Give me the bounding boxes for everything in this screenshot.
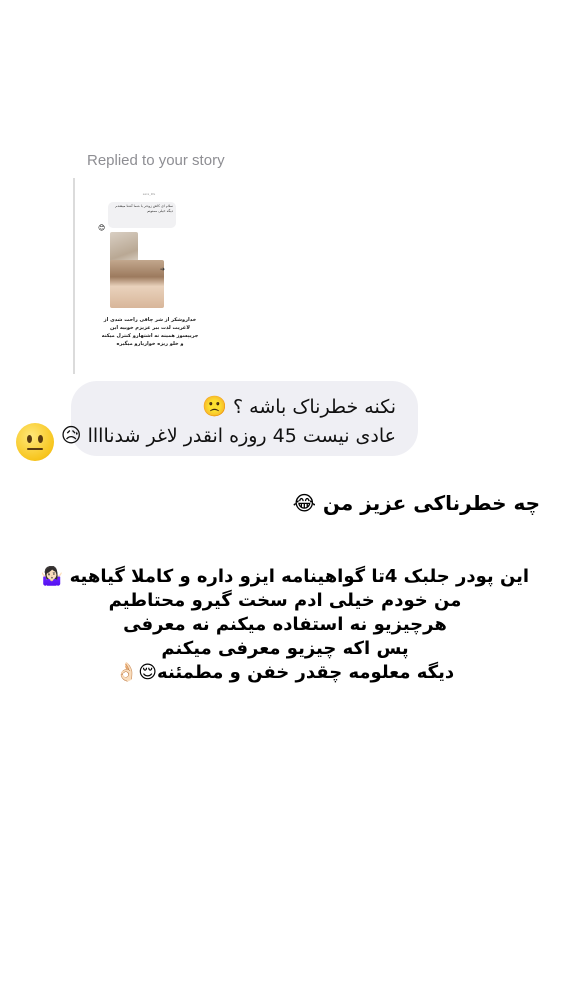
story-body-text: این پودر جلبک 4تا گواهینامه ایزو داره و …: [35, 565, 535, 685]
slightly-frowning-face-icon: 🙁: [202, 394, 227, 418]
message-line-2: عادی نیست 45 روزه انقدر لاغر شدناااا 😥: [61, 421, 396, 450]
neutral-face-icon-eye-right: [38, 435, 43, 443]
thumbnail-smiley-icon: 😊: [98, 224, 106, 232]
body-line-5: دیگه معلومه چقدر خفن و مطمئنه😌👌🏻: [115, 662, 455, 683]
neutral-face-icon-eye-left: [27, 435, 32, 443]
body-line-2: من خودم خیلی ادم سخت گیرو محتاطیم: [108, 590, 462, 611]
thumbnail-arrow-icon: ➔: [160, 266, 166, 273]
sad-but-relieved-face-icon: 😥: [60, 423, 82, 447]
message-bubble[interactable]: نکنه خطرناک باشه ؟ 🙁 عادی نیست 45 روزه ا…: [61, 381, 418, 456]
story-reply-divider: [73, 178, 75, 374]
replied-to-story-label: Replied to your story: [87, 152, 225, 169]
message-line-1: نکنه خطرناک باشه ؟ 🙁: [71, 392, 396, 421]
thumbnail-chat-bubble: سلام ای کاش زودتر با شما آشنا میشدم دیگه…: [108, 202, 176, 228]
neutral-face-icon-mouth: [27, 448, 43, 450]
body-line-3: هرچیزیو نه استفاده میکنم نه معرفی: [123, 614, 447, 635]
message-line-2-text: عادی نیست 45 روزه انقدر لاغر شدناااا: [87, 425, 396, 447]
thumbnail-header: sara_life: [142, 192, 156, 196]
thumbnail-caption: خداروشکر از شر چاقی راحت شدی از لاغریت ل…: [101, 317, 199, 347]
thumbnail-photo-after: [110, 260, 164, 308]
message-line-1-text: نکنه خطرناک باشه ؟: [233, 396, 396, 418]
sender-avatar[interactable]: [16, 423, 54, 461]
story-thumbnail[interactable]: sara_life سلام ای کاش زودتر با شما آشنا …: [96, 188, 202, 368]
tears-of-joy-icon: 😂: [292, 491, 316, 515]
story-headline: چه خطرناکی عزیز من 😂: [280, 491, 540, 515]
body-line-4: پس اکه چیزیو معرفی میکنم: [161, 638, 409, 659]
body-line-1: این پودر جلبک 4تا گواهینامه ایزو داره و …: [40, 566, 530, 587]
headline-text: چه خطرناکی عزیز من: [322, 491, 540, 515]
